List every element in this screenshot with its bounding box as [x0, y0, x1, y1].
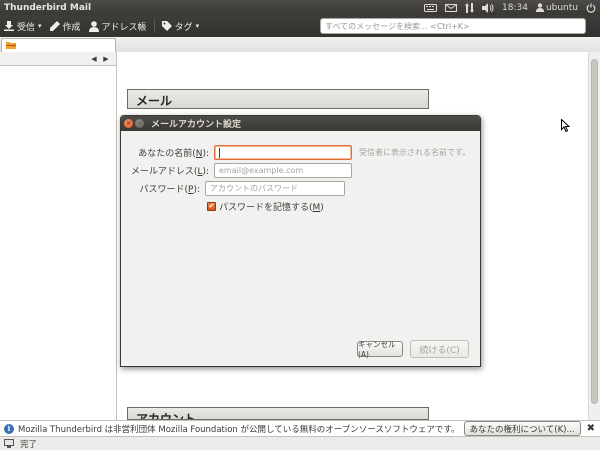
pencil-icon [49, 21, 60, 31]
left-arrow-icon[interactable]: ◀ [88, 55, 100, 63]
mouse-cursor-icon [561, 119, 570, 132]
name-input[interactable] [214, 145, 352, 160]
volume-icon[interactable] [482, 0, 494, 15]
email-row: メールアドレス(L): email@example.com [121, 163, 352, 178]
user-icon [535, 3, 544, 12]
dialog-titlebar[interactable]: ✕ – メールアカウント設定 [121, 116, 480, 131]
text-caret [219, 147, 220, 158]
system-tray: 18:34 ubuntu [416, 0, 600, 15]
status-text: 完了 [20, 439, 38, 450]
keyboard-icon[interactable] [424, 0, 437, 15]
status-bar: 完了 [0, 436, 600, 450]
tag-button[interactable]: タグ ▾ [158, 15, 204, 37]
compose-button[interactable]: 作成 [46, 15, 85, 37]
account-section-header: アカウント [127, 407, 429, 420]
address-book-button[interactable]: アドレス帳 [85, 15, 151, 37]
close-icon[interactable]: ✖ [587, 423, 595, 434]
info-icon: i [4, 423, 14, 434]
tab-bar [0, 37, 600, 52]
notification-text: Mozilla Thunderbird は非営利団体 Mozilla Found… [18, 424, 460, 435]
tag-label: タグ [174, 22, 193, 33]
close-icon[interactable]: ✕ [124, 119, 133, 128]
minimize-icon[interactable]: – [135, 119, 144, 128]
download-icon [4, 21, 14, 31]
folder-pane: ◀ ▶ [0, 52, 117, 420]
clock[interactable]: 18:34 [502, 0, 528, 15]
know-your-rights-button[interactable]: あなたの権利について(K)... [463, 421, 581, 436]
account-setup-dialog: ✕ – メールアカウント設定 あなたの名前(N): 受信者に表示される名前です。… [120, 115, 481, 367]
mail-toolbar: 受信 ▾ 作成 アドレス帳 タグ ▾ すべてのメッセージを検索... <Ctrl… [0, 15, 600, 37]
password-row: パスワード(P): アカウントのパスワード [121, 181, 345, 196]
name-row: あなたの名前(N): 受信者に表示される名前です。 [121, 145, 470, 160]
toolbar-separator [153, 19, 155, 33]
compose-label: 作成 [62, 22, 81, 33]
email-field[interactable]: email@example.com [214, 163, 352, 178]
network-icon[interactable] [465, 0, 474, 15]
remember-password-label: パスワードを記憶する(M) [219, 203, 324, 213]
person-icon [88, 20, 99, 32]
user-menu[interactable]: ubuntu [535, 0, 578, 15]
right-arrow-icon[interactable]: ▶ [100, 55, 112, 63]
continue-button[interactable]: 続ける(C) [410, 340, 469, 358]
receive-button[interactable]: 受信 ▾ [0, 15, 46, 37]
chevron-down-icon: ▾ [195, 22, 200, 30]
password-label: パスワード(P): [139, 185, 201, 195]
dialog-title: メールアカウント設定 [151, 120, 242, 130]
search-input[interactable]: すべてのメッセージを検索... <Ctrl+K> [320, 18, 586, 34]
user-name: ubuntu [545, 2, 578, 13]
scrollbar-thumb[interactable] [591, 59, 598, 404]
address-book-label: アドレス帳 [101, 22, 147, 33]
mail-indicator-icon[interactable] [445, 0, 457, 15]
remember-password-row[interactable]: ✔ パスワードを記憶する(M) [207, 200, 324, 213]
chevron-down-icon[interactable]: ▾ [38, 22, 42, 30]
folder-pane-header: ◀ ▶ [0, 52, 116, 66]
tag-icon [161, 21, 172, 31]
power-icon[interactable] [586, 0, 596, 15]
name-hint: 受信者に表示される名前です。 [359, 148, 471, 157]
email-label: メールアドレス(L): [130, 167, 209, 177]
tab-mail[interactable] [1, 38, 116, 52]
content-scrollbar[interactable] [588, 52, 600, 420]
notification-bar: i Mozilla Thunderbird は非営利団体 Mozilla Fou… [0, 420, 600, 436]
password-field[interactable]: アカウントのパスワード [205, 181, 345, 196]
name-label: あなたの名前(N): [138, 149, 209, 159]
top-panel: Thunderbird Mail 18:34 ubuntu [0, 0, 600, 15]
remember-password-checkbox[interactable]: ✔ [207, 202, 216, 211]
online-status-icon[interactable] [4, 439, 14, 448]
receive-label: 受信 [17, 22, 36, 33]
mail-section-header: メール [127, 89, 429, 109]
cancel-button[interactable]: キャンセル(A) [357, 340, 403, 359]
app-title: Thunderbird Mail [4, 2, 92, 13]
folder-icon [6, 42, 16, 49]
